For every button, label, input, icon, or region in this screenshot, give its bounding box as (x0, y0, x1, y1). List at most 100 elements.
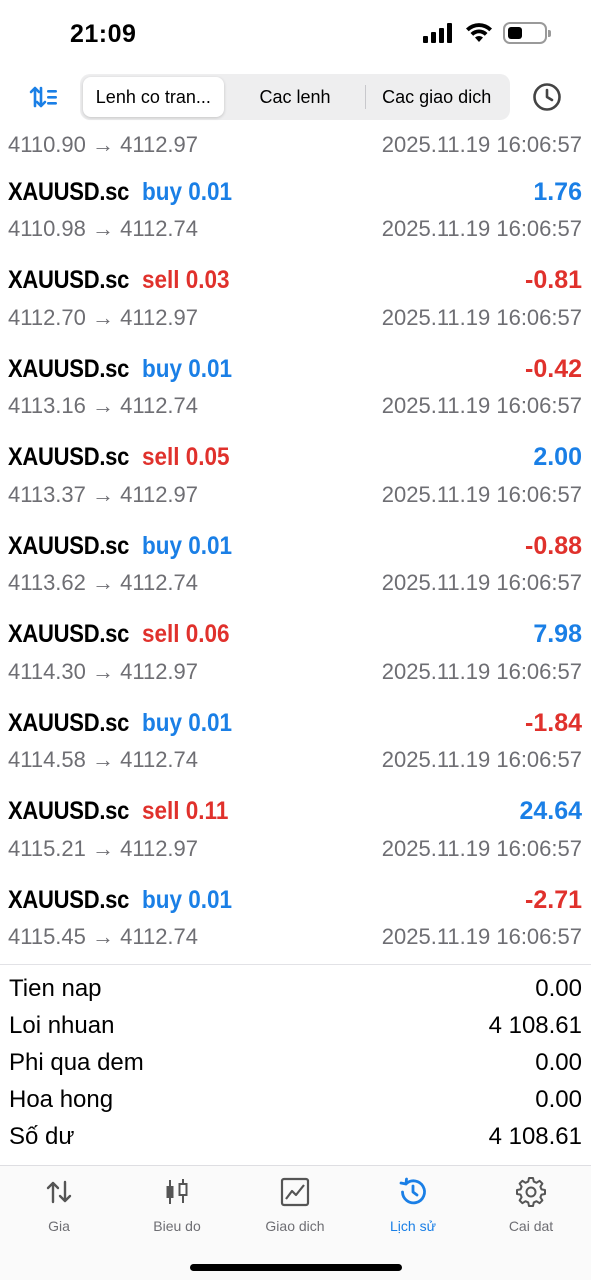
clock-history-icon (533, 83, 561, 111)
trade-side-volume: buy 0.01 (141, 885, 232, 914)
tab-chart[interactable]: Bieu do (118, 1176, 236, 1240)
trade-symbol: XAUUSD.sc (8, 443, 130, 471)
trade-profit: 2.00 (533, 443, 582, 471)
account-summary: Tien nap 0.00 Loi nhuan 4 108.61 Phi qua… (0, 970, 591, 1156)
trade-side-volume: sell 0.05 (141, 443, 230, 471)
arrows-updown-icon (46, 1180, 72, 1204)
list-item[interactable]: XAUUSD.sc buy 0.01 -1.84 4114.58 → 4112.74 2… (0, 695, 591, 784)
trade-symbol: XAUUSD.sc (8, 885, 130, 914)
trade-prices: 4114.58 → 4112.74 (8, 747, 199, 772)
summary-label: Số dư (9, 1123, 75, 1151)
trade-side-volume: sell 0.11 (141, 797, 228, 825)
list-item[interactable]: XAUUSD.sc buy 0.01 1.76 4110.98 → 4112.74 20… (0, 164, 591, 253)
summary-balance: Số dư 4 108.61 (0, 1119, 591, 1156)
trade-time: 2025.11.19 16:06:57 (381, 304, 582, 330)
trade-prices: 4113.16 → 4112.74 (8, 393, 199, 418)
trade-profit: -1.84 (525, 708, 582, 737)
trade-side-volume: buy 0.01 (141, 354, 232, 383)
list-item[interactable]: XAUUSD.sc sell 0.06 7.98 4114.30 → 4112.97 2… (0, 607, 591, 696)
trade-time: 2025.11.19 16:06:57 (381, 132, 582, 157)
chart-line-icon (280, 1177, 310, 1207)
summary-label: Phi qua dem (9, 1048, 144, 1076)
history-icon (399, 1177, 426, 1205)
segment-orders[interactable]: Cac lenh (225, 77, 366, 117)
list-item[interactable]: XAUUSD.sc sell 0.03 -0.81 4112.70 → 4112.97… (0, 253, 591, 342)
segment-orders-label: Cac lenh (259, 86, 331, 107)
tab-history[interactable]: Lịch sử (354, 1176, 472, 1240)
summary-deposit: Tien nap 0.00 (0, 970, 591, 1007)
segment-deals[interactable]: Cac giao dich (366, 77, 507, 117)
wifi-icon (466, 23, 492, 42)
gear-icon (516, 1177, 546, 1207)
tab-label: Cai dat (508, 1218, 554, 1234)
trade-profit: -2.71 (525, 885, 582, 914)
trade-profit: 1.76 (533, 177, 582, 206)
summary-value: 0.00 (535, 1048, 582, 1076)
trade-profit: -0.42 (525, 354, 582, 383)
summary-profit: Loi nhuan 4 108.61 (0, 1007, 591, 1044)
divider (0, 964, 591, 965)
segment-positions[interactable]: Lenh co tran... (83, 77, 224, 117)
top-toolbar: Lenh co tran... Cac lenh Cac giao dich (0, 72, 591, 122)
cellular-signal-icon (423, 23, 452, 43)
trade-prices: 4113.37 → 4112.97 (8, 481, 199, 507)
list-item[interactable]: 4110.90 → 4112.97 2025.11.19 16:06:57 (0, 126, 591, 164)
sort-icon (29, 86, 57, 108)
trade-time: 2025.11.19 16:06:57 (381, 747, 582, 772)
trade-side-volume: sell 0.03 (141, 266, 230, 294)
trade-time: 2025.11.19 16:06:57 (381, 924, 582, 949)
list-item[interactable]: XAUUSD.sc buy 0.01 -0.42 4113.16 → 4112.74 2… (0, 341, 591, 430)
trade-time: 2025.11.19 16:06:57 (381, 570, 582, 595)
candlestick-icon (166, 1179, 188, 1204)
trade-time: 2025.11.19 16:06:57 (381, 216, 582, 241)
summary-label: Hoa hong (9, 1086, 114, 1114)
view-segmented-control: Lenh co tran... Cac lenh Cac giao dich (80, 74, 510, 120)
trade-prices: 4113.62 → 4112.74 (8, 570, 199, 595)
trade-symbol: XAUUSD.sc (8, 797, 130, 825)
trade-profit: -0.81 (525, 266, 582, 294)
status-time: 21:09 (70, 20, 137, 48)
trade-side-volume: buy 0.01 (141, 531, 232, 560)
list-item[interactable]: XAUUSD.sc buy 0.01 -0.88 4113.62 → 4112.74 2… (0, 518, 591, 607)
battery-icon (503, 22, 551, 44)
trade-symbol: XAUUSD.sc (8, 531, 130, 560)
trade-list[interactable]: 4110.90 → 4112.97 2025.11.19 16:06:57 XA… (0, 126, 591, 961)
trade-time: 2025.11.19 16:06:57 (381, 658, 582, 684)
segment-deals-label: Cac giao dich (382, 86, 492, 107)
trade-prices: 4110.98 → 4112.74 (8, 216, 199, 241)
trade-profit: 7.98 (533, 620, 582, 648)
summary-label: Tien nap (9, 974, 102, 1002)
tab-label: Bieu do (153, 1218, 201, 1234)
tab-trade[interactable]: Giao dich (236, 1176, 354, 1240)
battery-level (508, 27, 522, 39)
trade-symbol: XAUUSD.sc (8, 177, 130, 206)
period-button[interactable] (529, 79, 565, 115)
segment-positions-label: Lenh co tran... (95, 86, 211, 107)
tab-label: Lịch sử (390, 1218, 436, 1234)
tab-quotes[interactable]: Gia (0, 1176, 118, 1240)
trade-time: 2025.11.19 16:06:57 (381, 393, 582, 418)
trade-symbol: XAUUSD.sc (8, 266, 130, 294)
tab-settings[interactable]: Cai dat (472, 1176, 590, 1240)
trade-side-volume: sell 0.06 (141, 620, 230, 648)
summary-value: 4 108.61 (488, 1123, 582, 1151)
list-item[interactable]: XAUUSD.sc sell 0.11 24.64 4115.21 → 4112.97… (0, 784, 591, 873)
summary-value: 0.00 (535, 974, 582, 1002)
trade-time: 2025.11.19 16:06:57 (381, 481, 582, 507)
trade-profit: -0.88 (525, 531, 582, 560)
summary-swap: Phi qua dem 0.00 (0, 1044, 591, 1081)
trade-prices: 4114.30 → 4112.97 (8, 658, 199, 684)
trade-symbol: XAUUSD.sc (8, 620, 130, 648)
list-item[interactable]: XAUUSD.sc buy 0.01 -2.71 4115.45 → 4112.74 2… (0, 872, 591, 961)
tab-label: Giao dich (265, 1218, 325, 1234)
trade-side-volume: buy 0.01 (141, 177, 232, 206)
sort-button[interactable] (26, 79, 62, 115)
trade-symbol: XAUUSD.sc (8, 708, 130, 737)
trade-symbol: XAUUSD.sc (8, 354, 130, 383)
status-bar: 21:09 (0, 0, 591, 70)
bottom-tab-bar: Gia Bieu do Giao dich Lịch sử Cai dat (0, 1165, 591, 1280)
list-item[interactable]: XAUUSD.sc sell 0.05 2.00 4113.37 → 4112.97 2… (0, 430, 591, 519)
summary-value: 0.00 (535, 1086, 582, 1114)
home-indicator (190, 1264, 402, 1271)
summary-label: Loi nhuan (9, 1011, 115, 1039)
